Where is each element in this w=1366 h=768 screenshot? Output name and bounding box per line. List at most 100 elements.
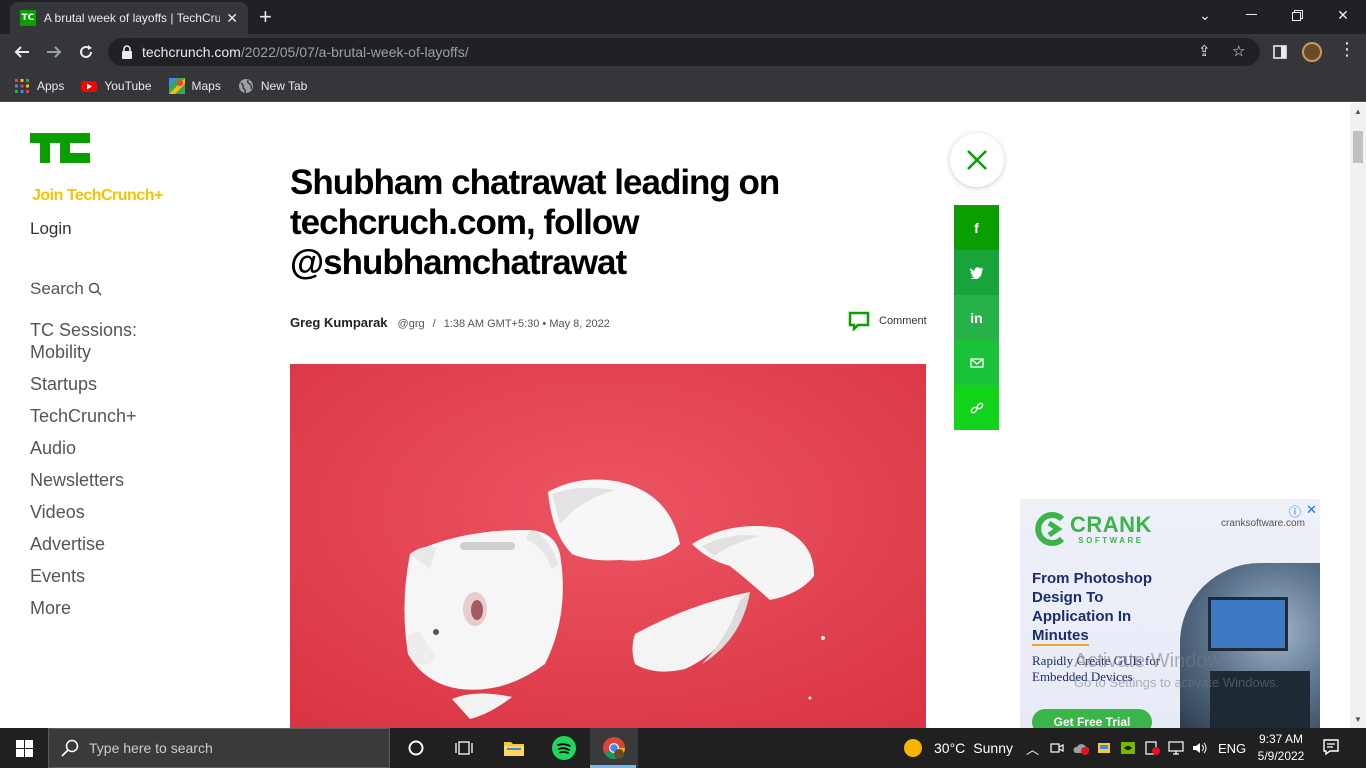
forward-button[interactable] [42, 40, 66, 64]
close-window-button[interactable]: ✕ [1320, 0, 1366, 30]
notification-center-button[interactable] [1322, 738, 1340, 761]
volume-icon[interactable] [1192, 728, 1208, 768]
email-icon [969, 357, 984, 368]
ad-headline: From Photoshop Design To Application In … [1032, 569, 1192, 646]
back-arrow-icon [14, 46, 29, 58]
techcrunch-logo[interactable] [30, 133, 90, 168]
windows-logo-icon [15, 739, 33, 757]
sidebar-item-techcrunch-plus[interactable]: TechCrunch+ [30, 405, 180, 427]
address-bar[interactable]: techcrunch.com/2022/05/07/a-brutal-week-… [108, 38, 1260, 66]
crank-software-ad[interactable]: CRANK SOFTWARE cranksoftware.com ⓘ ✕ Fro… [1020, 499, 1320, 728]
weather-temp: 30°C [934, 740, 966, 756]
article-byline: Greg Kumparak @grg / 1:38 AM GMT+5:30 • … [290, 315, 610, 330]
sidebar-item-tc-sessions[interactable]: TC Sessions: Mobility [30, 319, 180, 363]
globe-icon [238, 78, 253, 93]
profile-avatar[interactable] [1302, 42, 1322, 62]
chrome-taskbar-button[interactable] [590, 728, 638, 768]
ad-info-icon[interactable]: ⓘ [1289, 503, 1301, 520]
cortana-icon [408, 740, 424, 756]
start-button[interactable] [0, 728, 48, 768]
watermark-title: Activate Windows [1074, 650, 1232, 672]
sidebar-item-startups[interactable]: Startups [30, 373, 180, 395]
scrollbar-thumb[interactable] [1353, 131, 1363, 163]
taskbar-search-placeholder: Type here to search [89, 740, 213, 756]
sidebar-item-audio[interactable]: Audio [30, 437, 180, 459]
windows-taskbar: Type here to search 30°C Sunny ︿ ENG 9:3… [0, 728, 1366, 768]
scroll-down-arrow-icon[interactable]: ▼ [1354, 715, 1362, 724]
back-button[interactable] [10, 40, 34, 64]
comment-icon [848, 311, 870, 331]
share-twitter-button[interactable] [954, 250, 999, 295]
browser-menu-icon[interactable]: ⋮ [1338, 40, 1356, 58]
ad-brand-name: CRANK [1070, 511, 1152, 537]
ad-headline-line: Design To [1032, 589, 1104, 606]
task-view-button[interactable] [440, 728, 488, 768]
author-name[interactable]: Greg Kumparak [290, 315, 388, 330]
tab-search-chevron-icon[interactable]: ⌄ [1182, 0, 1228, 30]
chrome-icon [603, 737, 625, 759]
onedrive-icon[interactable] [1072, 728, 1090, 768]
share-link-button[interactable] [954, 385, 999, 430]
ad-cta-button[interactable]: Get Free Trial [1032, 709, 1152, 728]
cortana-button[interactable] [392, 728, 440, 768]
sidebar-nav: TC Sessions: Mobility Startups TechCrunc… [30, 319, 180, 629]
spotify-icon [552, 736, 576, 760]
lock-icon [122, 45, 132, 59]
minimize-icon [1245, 14, 1257, 15]
bookmark-maps[interactable]: Maps [168, 77, 221, 94]
tc-logo-mark [30, 133, 90, 163]
file-explorer-button[interactable] [490, 728, 538, 768]
share-email-button[interactable] [954, 340, 999, 385]
comment-button[interactable]: Comment [848, 311, 927, 331]
taskbar-clock[interactable]: 9:37 AM 5/9/2022 [1250, 731, 1312, 765]
author-handle[interactable]: @grg [398, 318, 425, 330]
side-panel-icon [1273, 45, 1287, 59]
share-linkedin-button[interactable]: in [954, 295, 999, 340]
comment-label: Comment [879, 315, 927, 327]
scroll-up-arrow-icon[interactable]: ▲ [1354, 107, 1362, 116]
taskbar-search-box[interactable]: Type here to search [48, 728, 390, 768]
bookmark-youtube[interactable]: YouTube [81, 78, 152, 94]
search-link[interactable]: Search [30, 279, 102, 299]
security-tray-icon[interactable] [1144, 728, 1160, 768]
ad-headline-line: From Photoshop [1032, 570, 1152, 587]
show-hidden-icons-button[interactable]: ︿ [1026, 728, 1039, 768]
new-tab-button[interactable]: + [259, 4, 272, 30]
page-scrollbar[interactable]: ▲ ▼ [1350, 103, 1366, 728]
nvidia-icon[interactable] [1120, 728, 1136, 768]
login-link[interactable]: Login [30, 219, 72, 239]
bookmark-star-icon[interactable]: ☆ [1232, 42, 1245, 60]
network-icon[interactable] [1168, 728, 1184, 768]
share-facebook-button[interactable]: f [954, 205, 999, 250]
restore-button[interactable] [1274, 0, 1320, 30]
reload-button[interactable] [74, 40, 98, 64]
minimize-button[interactable] [1228, 0, 1274, 30]
weather-widget[interactable]: 30°C Sunny [904, 728, 1013, 768]
cloud-icon [1073, 744, 1089, 755]
browser-tab-active[interactable]: TC A brutal week of layoffs | TechCrunch… [10, 2, 248, 34]
sidebar-item-more[interactable]: More [30, 597, 180, 619]
tab-close-icon[interactable]: ✕ [226, 10, 238, 27]
ad-headline-line: Application In [1032, 608, 1132, 625]
speaker-icon [1193, 742, 1207, 754]
activate-windows-watermark: Activate Windows Go to Settings to activ… [1074, 650, 1279, 690]
sidebar-item-newsletters[interactable]: Newsletters [30, 469, 180, 491]
shield-alert-icon [1145, 741, 1160, 755]
side-panel-button[interactable] [1268, 40, 1292, 64]
spotify-button[interactable] [540, 728, 588, 768]
language-indicator[interactable]: ENG [1218, 728, 1246, 768]
app-tray-icon[interactable] [1097, 728, 1113, 768]
ad-close-icon[interactable]: ✕ [1306, 502, 1317, 518]
share-page-icon[interactable]: ⇪ [1198, 42, 1211, 60]
sidebar-item-advertise[interactable]: Advertise [30, 533, 180, 555]
bookmark-label: YouTube [104, 78, 152, 93]
url-text: techcrunch.com/2022/05/07/a-brutal-week-… [142, 44, 469, 60]
techcrunch-favicon: TC [20, 10, 36, 26]
bookmark-apps[interactable]: Apps [14, 78, 64, 94]
meet-now-icon[interactable] [1050, 728, 1064, 768]
sidebar-item-videos[interactable]: Videos [30, 501, 180, 523]
share-close-button[interactable] [950, 133, 1004, 187]
bookmark-new-tab[interactable]: New Tab [238, 78, 307, 94]
sidebar-item-events[interactable]: Events [30, 565, 180, 587]
join-techcrunch-plus-link[interactable]: Join TechCrunch+ [32, 187, 163, 205]
